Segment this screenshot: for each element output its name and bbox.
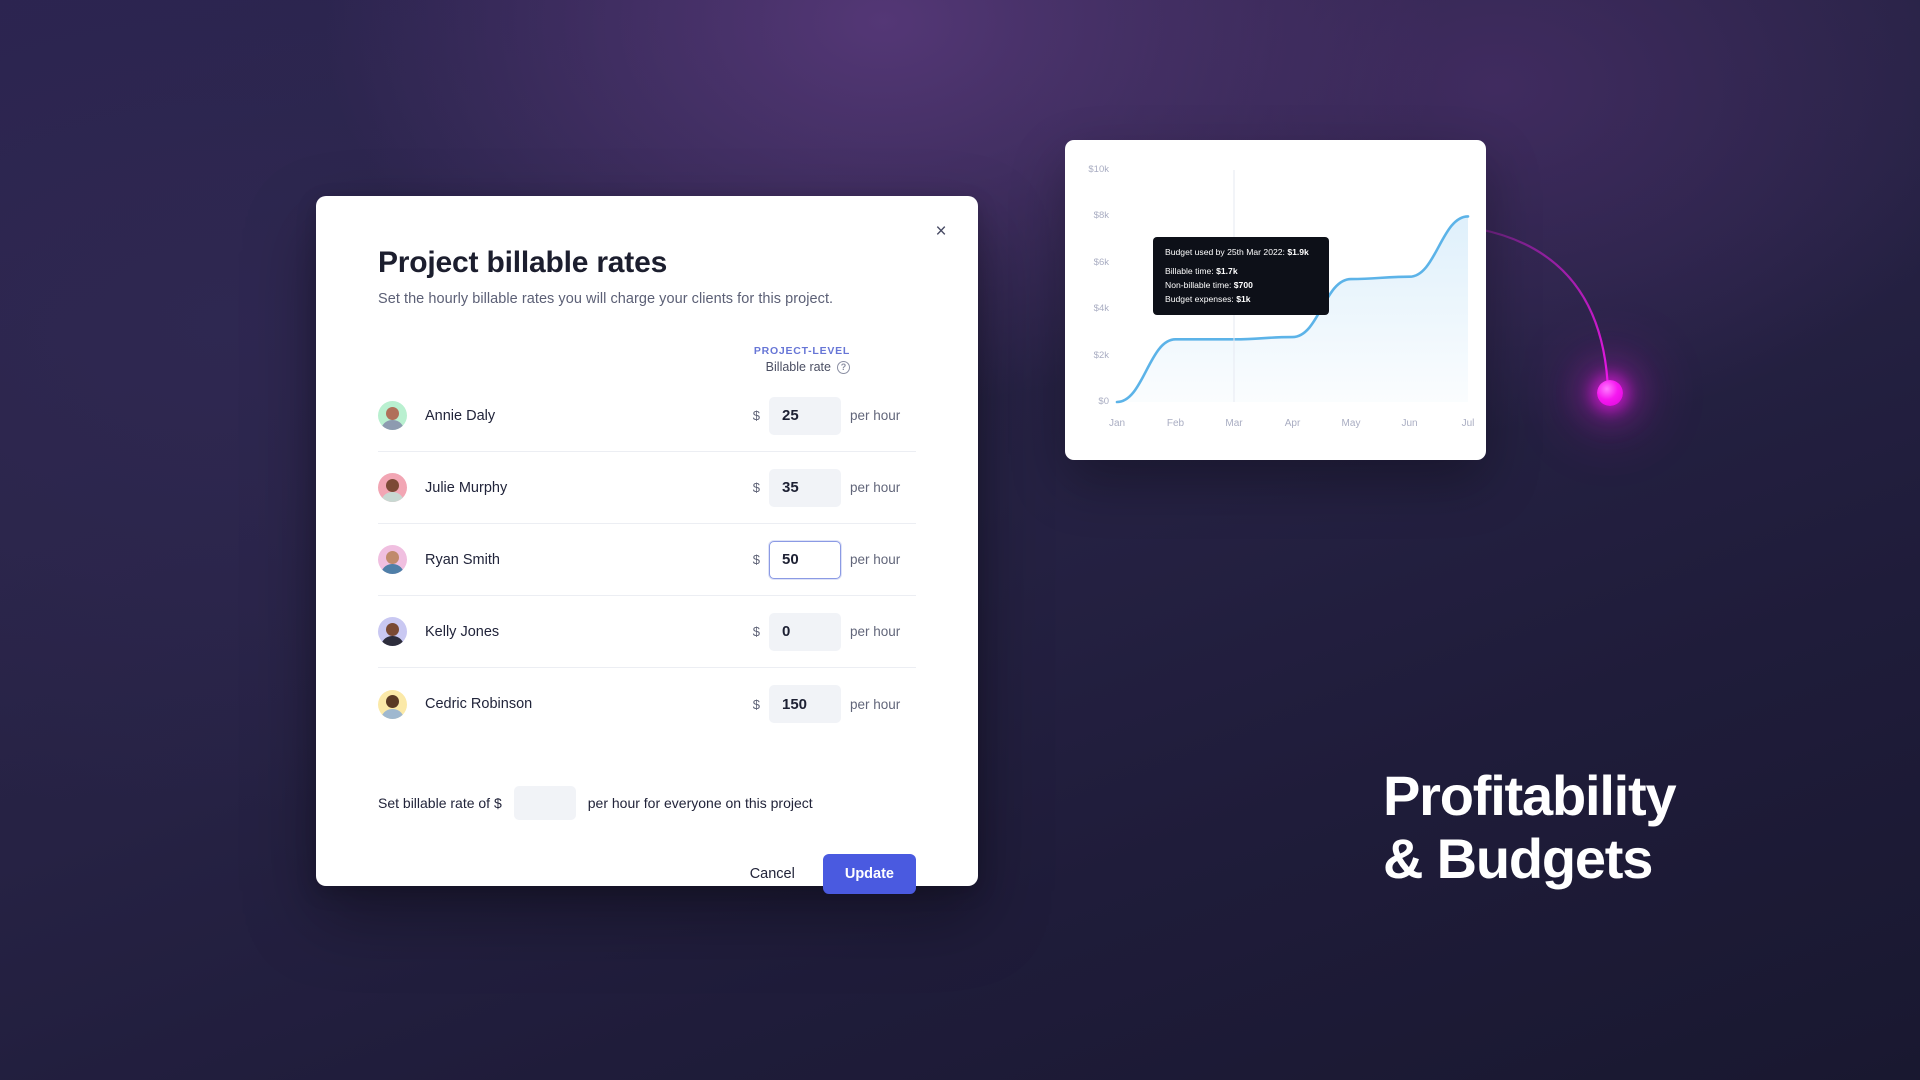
update-button[interactable]: Update	[822, 854, 916, 894]
per-hour-label: per hour	[850, 408, 901, 423]
column-header-kicker: PROJECT-LEVEL	[753, 345, 850, 357]
billable-rate-cell: $ per hour	[752, 468, 916, 507]
budget-chart-card: $0 $2k $4k $6k $8k $10k Jan Feb Mar Apr May Jun Jul …	[1065, 140, 1486, 460]
y-axis-tick-label: $6k	[1093, 256, 1109, 268]
member-name: Ryan Smith	[425, 551, 500, 568]
billable-rate-cell: $ per hour	[752, 540, 916, 579]
y-axis-tick-label: $10k	[1088, 164, 1109, 175]
per-hour-label: per hour	[850, 624, 901, 639]
global-rate-input[interactable]	[513, 786, 576, 820]
tooltip-line-value: $1k	[1236, 294, 1251, 304]
modal-subtitle: Set the hourly billable rates you will c…	[378, 291, 834, 307]
y-axis-tick-label: $8k	[1093, 210, 1109, 222]
avatar	[378, 617, 407, 646]
currency-symbol: $	[752, 480, 760, 495]
avatar	[378, 473, 407, 502]
currency-symbol: $	[752, 696, 760, 712]
tooltip-headline-value: $1.9k	[1287, 247, 1309, 257]
avatar	[378, 689, 407, 719]
avatar	[378, 545, 407, 574]
close-icon[interactable]: ×	[928, 218, 954, 244]
promo-headline-line-1: Profitability	[1383, 764, 1677, 827]
table-row: Ryan Smith $ per hour	[378, 524, 916, 596]
tooltip-line-label: Billable time:	[1165, 266, 1217, 276]
x-axis-tick-label: Jul	[1461, 418, 1475, 429]
magenta-glow-dot	[1597, 380, 1623, 406]
tooltip-line: Billable time: $1.7k	[1165, 266, 1317, 276]
billable-rates-list: Annie Daly $ per hour Julie Murphy $ per hour…	[378, 380, 916, 740]
y-axis-tick-label: $0	[1098, 396, 1109, 407]
avatar	[378, 401, 407, 430]
billable-rate-cell: $ per hour	[752, 396, 916, 435]
global-rate-suffix-label: per hour for everyone on this project	[587, 795, 813, 811]
column-header-label: Billable rate	[765, 360, 831, 374]
table-row: Cedric Robinson $ per hour	[378, 668, 916, 740]
tooltip-line-label: Budget expenses:	[1165, 294, 1237, 304]
page-background: × Project billable rates Set the hourly …	[0, 0, 1920, 1080]
per-hour-label: per hour	[850, 480, 901, 495]
x-axis-tick-label: Apr	[1284, 418, 1301, 429]
tooltip-line: Budget expenses: $1k	[1165, 294, 1317, 304]
table-row: Julie Murphy $ per hour	[378, 452, 916, 524]
tooltip-line: Non-billable time: $700	[1165, 280, 1317, 290]
currency-symbol: $	[752, 552, 760, 567]
table-row: Annie Daly $ per hour	[378, 380, 916, 452]
x-axis-tick-label: Jan	[1108, 418, 1126, 429]
billable-rate-input[interactable]	[769, 540, 841, 579]
info-icon[interactable]: ?	[837, 360, 850, 374]
promo-headline-line-2: & Budgets	[1383, 826, 1653, 890]
x-axis-tick-label: May	[1341, 418, 1361, 429]
billable-rate-input[interactable]	[769, 396, 841, 435]
member-name: Kelly Jones	[425, 623, 500, 640]
modal-body: Project billable rates Set the hourly bi…	[316, 196, 978, 894]
billable-rate-input[interactable]	[769, 612, 841, 651]
table-row: Kelly Jones $ per hour	[378, 596, 916, 668]
page-title: Project billable rates	[378, 246, 668, 279]
global-billable-rate-row: Set billable rate of $ per hour for ever…	[378, 786, 916, 820]
per-hour-label: per hour	[850, 696, 901, 712]
member-name: Cedric Robinson	[425, 696, 533, 712]
currency-symbol: $	[752, 624, 760, 639]
tooltip-line-value: $1.7k	[1216, 266, 1238, 276]
billable-rate-column-header: PROJECT-LEVEL Billable rate ?	[378, 345, 916, 374]
tooltip-line-label: Non-billable time:	[1165, 280, 1234, 290]
chart-tooltip: Budget used by 25th Mar 2022: $1.9k Bill…	[1153, 237, 1329, 315]
y-axis-tick-label: $2k	[1093, 349, 1109, 361]
tooltip-lines: Billable time: $1.7k Non-billable time: $…	[1165, 266, 1317, 304]
billable-rate-input[interactable]	[769, 685, 841, 723]
member-name: Julie Murphy	[425, 479, 508, 496]
currency-symbol: $	[752, 408, 760, 423]
modal-footer: Cancel Update	[378, 854, 916, 894]
billable-rate-input[interactable]	[769, 468, 841, 507]
project-billable-rates-modal: × Project billable rates Set the hourly …	[316, 196, 978, 894]
tooltip-headline-prefix: Budget used by 25th Mar 2022:	[1165, 247, 1285, 257]
x-axis-tick-label: Feb	[1166, 418, 1185, 429]
x-axis-tick-label: Jun	[1401, 418, 1418, 429]
billable-rate-cell: $ per hour	[752, 612, 916, 651]
cancel-button[interactable]: Cancel	[748, 860, 797, 888]
tooltip-line-value: $700	[1233, 280, 1253, 290]
column-header-label-row: Billable rate ?	[378, 360, 850, 374]
billable-rate-cell: $ per hour	[753, 685, 916, 723]
x-axis-tick-label: Mar	[1225, 418, 1243, 429]
tooltip-headline: Budget used by 25th Mar 2022: $1.9k	[1165, 247, 1317, 257]
promo-headline: Profitability & Budgets	[1383, 764, 1677, 890]
member-name: Annie Daly	[425, 407, 496, 424]
global-rate-prefix-label: Set billable rate of $	[378, 795, 502, 811]
y-axis-tick-label: $4k	[1093, 303, 1109, 315]
per-hour-label: per hour	[850, 552, 901, 567]
